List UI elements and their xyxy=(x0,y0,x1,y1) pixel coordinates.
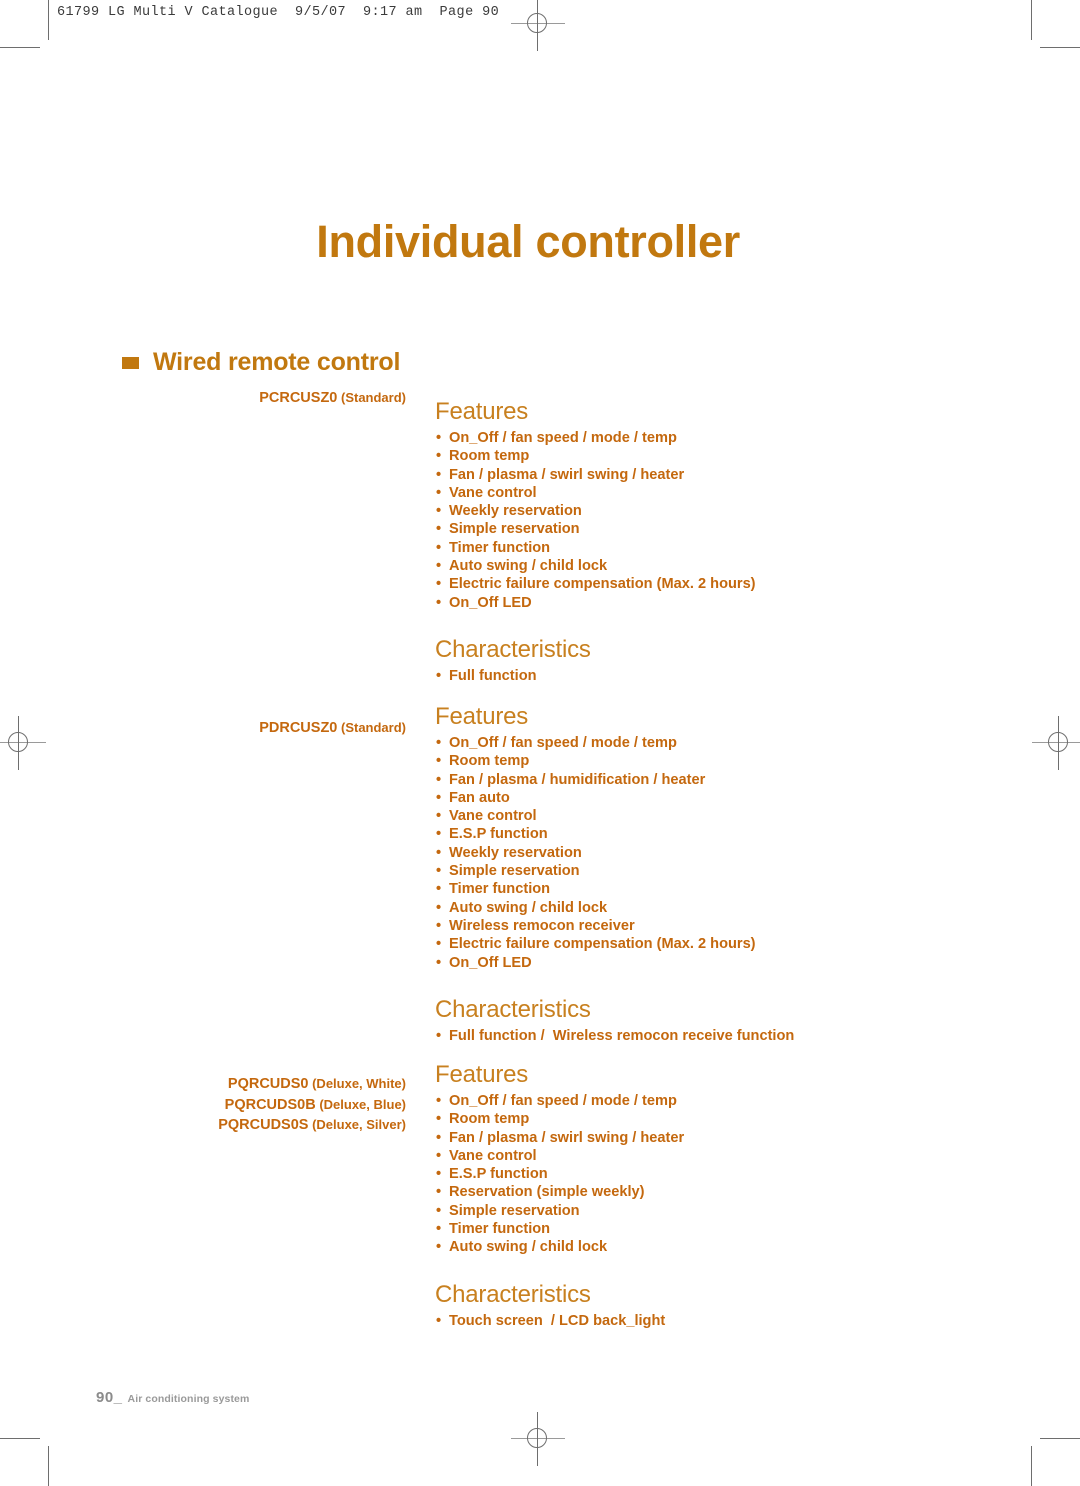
characteristics-title: Characteristics xyxy=(435,995,591,1023)
feature-item: Room temp xyxy=(435,447,955,466)
feature-item: Timer function xyxy=(435,1220,955,1239)
features-list: On_Off / fan speed / mode / tempRoom tem… xyxy=(435,1092,955,1257)
features-title: Features xyxy=(435,703,529,730)
model-code: PQRCUDS0B (Deluxe, Blue) xyxy=(110,1095,406,1116)
features-title: Features xyxy=(435,398,529,425)
square-bullet-icon xyxy=(122,356,139,369)
model-code: PQRCUDS0S (Deluxe, Silver) xyxy=(110,1115,406,1136)
model-variant: (Deluxe, Silver) xyxy=(308,1117,406,1132)
model-code: PQRCUDS0 (Deluxe, White) xyxy=(110,1074,406,1095)
feature-item: Vane control xyxy=(435,484,955,503)
page-footer: 90_ Air conditioning system xyxy=(96,1389,249,1406)
model-code-value: PQRCUDS0 xyxy=(227,1076,309,1092)
feature-item: Fan / plasma / swirl swing / heater xyxy=(435,1129,955,1148)
feature-item: Simple reservation xyxy=(435,862,955,881)
model-variant: (Standard) xyxy=(337,390,406,405)
features-list: On_Off / fan speed / mode / tempRoom tem… xyxy=(435,734,955,972)
model-spec-content: Features On_Off / fan speed / mode / temp… xyxy=(435,703,955,1045)
footer-page-number: 90_ xyxy=(96,1389,123,1406)
feature-item: Vane control xyxy=(435,807,955,826)
section-heading-label: Wired remote control xyxy=(153,348,401,376)
feature-item: Fan auto xyxy=(435,789,955,808)
model-spec-content: Features On_Off / fan speed / mode / temp… xyxy=(435,1061,955,1330)
catalogue-page: Individual controller Wired remote contr… xyxy=(0,0,1080,1486)
model-code-value: PCRCUSZ0 xyxy=(259,390,338,406)
model-code-list: PDRCUSZ0 (Standard) xyxy=(110,718,406,739)
feature-item: Wireless remocon receiver xyxy=(435,917,955,936)
feature-item: Simple reservation xyxy=(435,1202,955,1221)
feature-item: Fan / plasma / swirl swing / heater xyxy=(435,466,955,485)
feature-item: E.S.P function xyxy=(435,1165,955,1184)
model-code-value: PQRCUDS0B xyxy=(224,1096,316,1113)
feature-item: Weekly reservation xyxy=(435,844,955,863)
characteristic-item: Full function / Wireless remocon receive… xyxy=(435,1027,955,1046)
feature-item: Electric failure compensation (Max. 2 ho… xyxy=(435,935,955,954)
model-code: PCRCUSZ0 (Standard) xyxy=(110,388,406,409)
feature-item: Timer function xyxy=(435,880,955,899)
model-code-list: PCRCUSZ0 (Standard) xyxy=(110,388,406,409)
feature-item: Electric failure compensation (Max. 2 ho… xyxy=(435,575,955,594)
model-spec-content: Features On_Off / fan speed / mode / temp… xyxy=(435,398,955,686)
feature-item: Auto swing / child lock xyxy=(435,557,955,576)
section-heading: Wired remote control xyxy=(122,348,400,377)
model-variant: (Deluxe, White) xyxy=(308,1076,406,1091)
characteristic-item: Touch screen / LCD back_light xyxy=(435,1312,955,1331)
model-code-value: PQRCUDS0S xyxy=(218,1117,309,1133)
model-code-list: PQRCUDS0 (Deluxe, White) PQRCUDS0B (Delux… xyxy=(110,1074,406,1136)
feature-item: Room temp xyxy=(435,1110,955,1129)
feature-item: Fan / plasma / humidification / heater xyxy=(435,771,955,790)
characteristic-item: Full function xyxy=(435,667,955,686)
feature-item: Room temp xyxy=(435,752,955,771)
model-code-value: PDRCUSZ0 xyxy=(259,720,338,736)
model-code: PDRCUSZ0 (Standard) xyxy=(110,718,406,739)
characteristics-list: Full function xyxy=(435,667,955,686)
feature-item: On_Off / fan speed / mode / temp xyxy=(435,1092,955,1111)
model-variant: (Deluxe, Blue) xyxy=(315,1096,406,1112)
characteristics-title: Characteristics xyxy=(435,1280,591,1308)
characteristics-list: Touch screen / LCD back_light xyxy=(435,1312,955,1331)
features-list: On_Off / fan speed / mode / tempRoom tem… xyxy=(435,429,955,612)
footer-text: Air conditioning system xyxy=(127,1393,250,1405)
feature-item: Auto swing / child lock xyxy=(435,1238,955,1257)
feature-item: Simple reservation xyxy=(435,520,955,539)
page-title: Individual controller xyxy=(316,216,740,267)
feature-item: Auto swing / child lock xyxy=(435,899,955,918)
feature-item: Reservation (simple weekly) xyxy=(435,1183,955,1202)
feature-item: Vane control xyxy=(435,1147,955,1166)
feature-item: On_Off LED xyxy=(435,954,955,973)
features-title: Features xyxy=(435,1061,529,1088)
characteristics-title: Characteristics xyxy=(435,635,591,663)
characteristics-list: Full function / Wireless remocon receive… xyxy=(435,1027,955,1046)
feature-item: On_Off LED xyxy=(435,594,955,613)
feature-item: E.S.P function xyxy=(435,825,955,844)
feature-item: On_Off / fan speed / mode / temp xyxy=(435,734,955,753)
model-variant: (Standard) xyxy=(337,720,406,735)
feature-item: Timer function xyxy=(435,539,955,558)
feature-item: On_Off / fan speed / mode / temp xyxy=(435,429,955,448)
feature-item: Weekly reservation xyxy=(435,502,955,521)
